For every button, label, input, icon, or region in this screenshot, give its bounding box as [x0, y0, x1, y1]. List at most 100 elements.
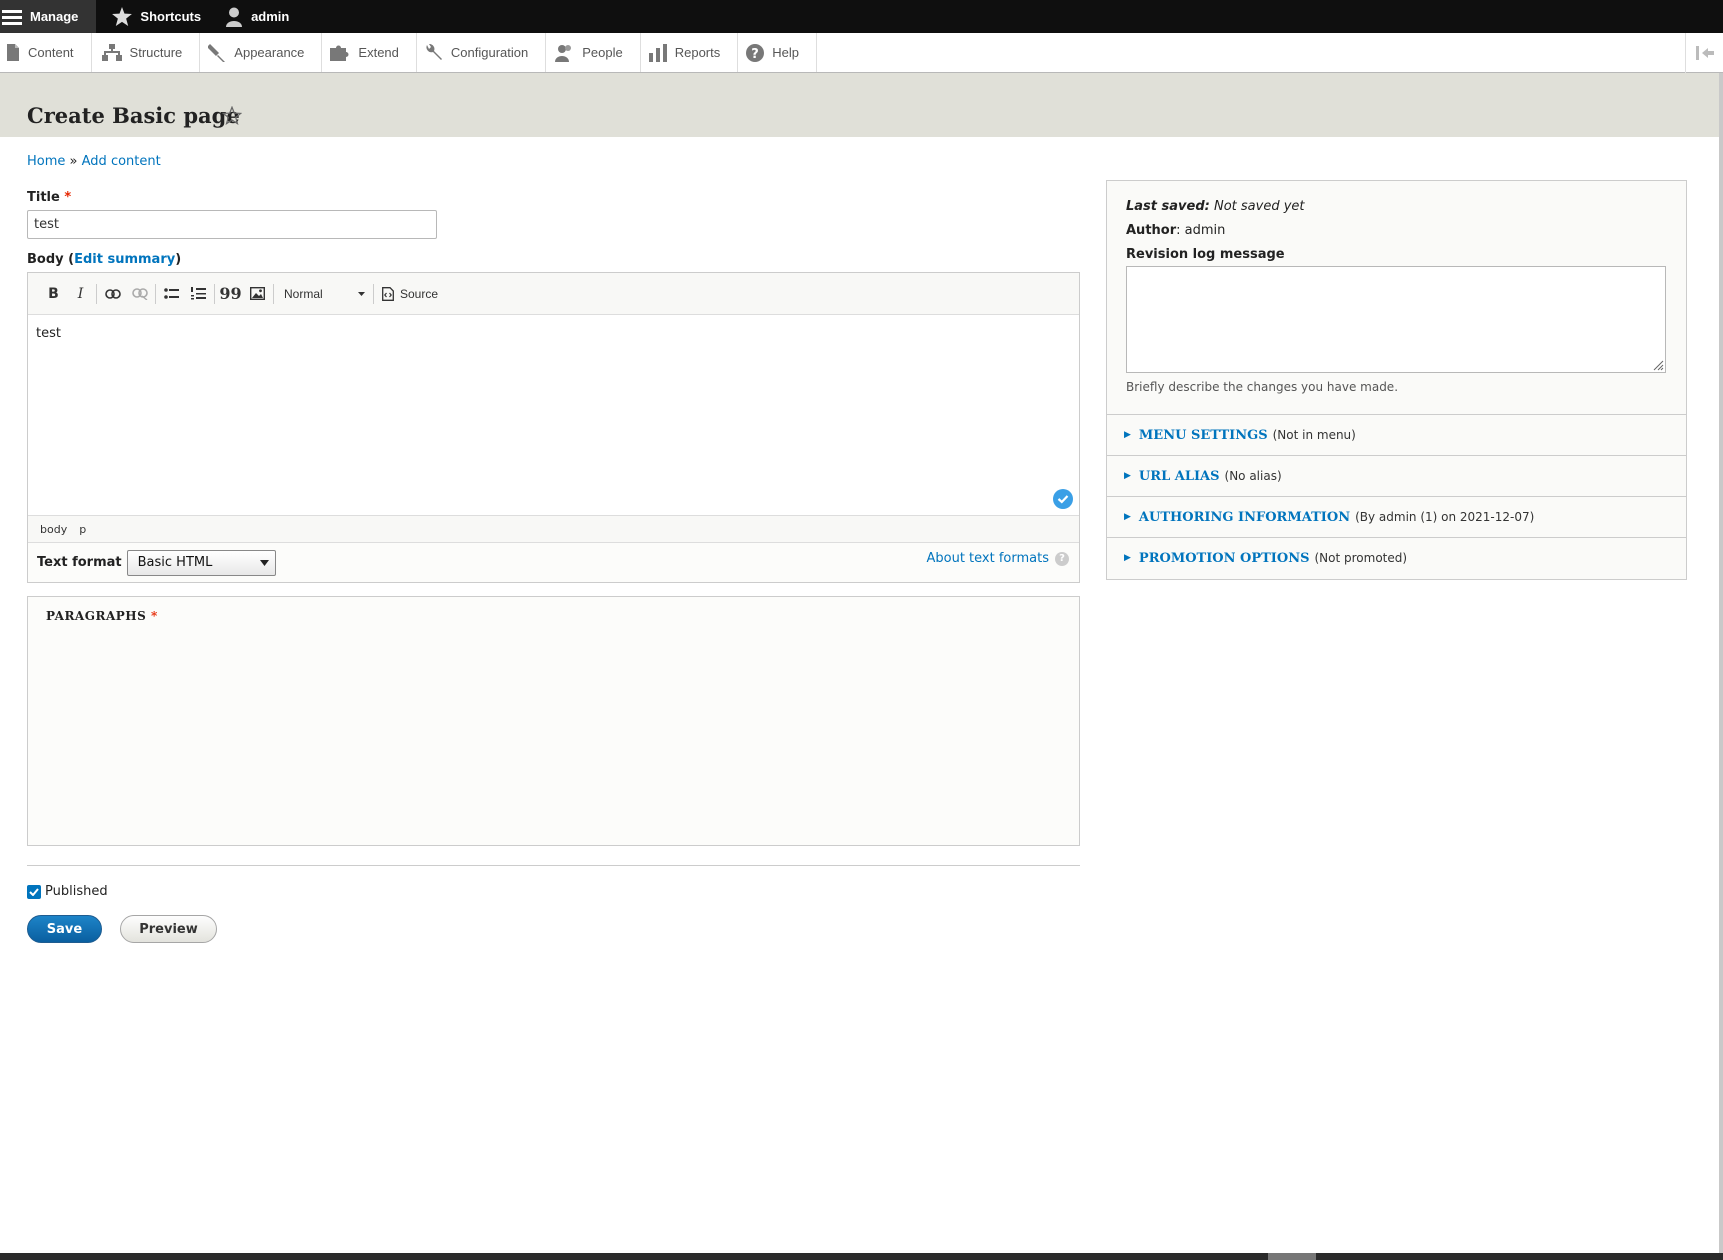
- tray-item-appearance[interactable]: Appearance: [200, 33, 323, 72]
- published-field: Published: [27, 884, 108, 899]
- details-title: MENU SETTINGS: [1138, 427, 1268, 443]
- details-url-alias[interactable]: ▶ URL ALIAS (No alias): [1107, 455, 1686, 496]
- details-title: AUTHORING INFORMATION: [1138, 509, 1351, 525]
- bold-button[interactable]: B: [40, 280, 67, 308]
- save-button[interactable]: Save: [27, 915, 102, 943]
- page-scrollbar[interactable]: [1719, 73, 1723, 1253]
- toolbar-separator: [155, 283, 156, 304]
- path-item[interactable]: body: [40, 523, 67, 536]
- editor-paragraph: test: [36, 326, 61, 341]
- details-title: URL ALIAS: [1138, 468, 1220, 484]
- shortcuts-label: Shortcuts: [140, 9, 202, 24]
- body-label: Body (Edit summary): [27, 252, 181, 267]
- breadcrumb-add-content[interactable]: Add content: [82, 154, 161, 169]
- source-button[interactable]: Source: [376, 287, 444, 301]
- toolbar-separator: [96, 283, 97, 304]
- link-button[interactable]: [99, 280, 126, 308]
- revision-log-textarea[interactable]: [1126, 266, 1666, 373]
- user-label: admin: [251, 9, 290, 24]
- meta-sidebar: Last saved: Not saved yet Author: admin …: [1106, 180, 1687, 580]
- details-summary: (No alias): [1224, 469, 1282, 483]
- document-icon: [6, 44, 20, 61]
- preview-button[interactable]: Preview: [120, 915, 217, 943]
- tray-item-label: Reports: [674, 45, 721, 60]
- triangle-right-icon: ▶: [1124, 512, 1131, 522]
- published-checkbox[interactable]: [27, 884, 41, 899]
- page-title: Create Basic page: [27, 103, 240, 128]
- toolbar-separator: [214, 283, 215, 304]
- people-icon: [554, 44, 574, 62]
- tray-item-extend[interactable]: Extend: [322, 33, 417, 72]
- tray-item-people[interactable]: People: [546, 33, 641, 72]
- last-saved-row: Last saved: Not saved yet: [1126, 199, 1667, 215]
- required-marker: *: [64, 190, 72, 205]
- tray-item-help[interactable]: ? Help: [738, 33, 817, 72]
- puzzle-icon: [330, 44, 350, 61]
- details-summary: (By admin (1) on 2021-12-07): [1355, 510, 1535, 524]
- checkmark-badge-icon: [1053, 489, 1073, 509]
- details-menu-settings[interactable]: ▶ MENU SETTINGS (Not in menu): [1107, 414, 1686, 455]
- bulleted-list-button[interactable]: [158, 280, 185, 308]
- svg-text:?: ?: [751, 47, 759, 62]
- brush-icon: [208, 43, 226, 62]
- tray-item-configuration[interactable]: Configuration: [417, 33, 547, 72]
- resize-grip-icon[interactable]: [1652, 359, 1664, 371]
- source-label: Source: [400, 286, 439, 301]
- shortcut-star-icon[interactable]: [222, 106, 242, 125]
- text-format-label: Text format: [37, 555, 122, 570]
- blockquote-button[interactable]: 99: [217, 280, 244, 308]
- hamburger-icon: [2, 8, 22, 26]
- manage-label: Manage: [30, 9, 79, 24]
- last-saved-value: Not saved yet: [1213, 199, 1305, 214]
- author-value: : admin: [1176, 223, 1226, 238]
- tray-item-content[interactable]: Content: [0, 33, 92, 72]
- select-arrow-icon: [259, 559, 269, 566]
- user-icon: [225, 7, 243, 27]
- unlink-icon: [131, 287, 148, 300]
- details-authoring-information[interactable]: ▶ AUTHORING INFORMATION (By admin (1) on…: [1107, 496, 1686, 537]
- toolbar-separator: [373, 283, 374, 304]
- text-format-bar: Text format Basic HTML About text format…: [28, 543, 1079, 582]
- heading-dropdown[interactable]: Normal: [276, 280, 371, 308]
- breadcrumb-home[interactable]: Home: [27, 154, 65, 169]
- unlink-button[interactable]: [126, 280, 153, 308]
- triangle-right-icon: ▶: [1124, 471, 1131, 481]
- image-icon: [250, 287, 265, 300]
- bar-chart-icon: [648, 43, 667, 62]
- tray-orientation-toggle[interactable]: [1685, 33, 1723, 73]
- about-text-formats: About text formats ?: [926, 551, 1069, 566]
- editor-toolbar: B I 99 Normal Source: [28, 273, 1079, 315]
- text-format-select[interactable]: Basic HTML: [126, 549, 276, 576]
- numbered-list-button[interactable]: [185, 280, 212, 308]
- edit-summary-link[interactable]: Edit summary: [74, 252, 175, 267]
- title-label: Title *: [27, 190, 71, 205]
- help-icon[interactable]: ?: [1055, 551, 1069, 566]
- admin-toolbar: Manage Shortcuts admin: [0, 0, 1723, 33]
- tray-item-label: Content: [28, 45, 74, 60]
- editor-content-area[interactable]: test: [28, 315, 1079, 515]
- body-label-text: Body (: [27, 252, 75, 267]
- about-text-formats-link[interactable]: About text formats: [926, 551, 1049, 566]
- user-button[interactable]: admin: [217, 0, 305, 33]
- title-input[interactable]: [27, 210, 437, 239]
- tray-item-structure[interactable]: Structure: [92, 33, 201, 72]
- path-item[interactable]: p: [79, 523, 86, 536]
- details-promotion-options[interactable]: ▶ PROMOTION OPTIONS (Not promoted): [1107, 537, 1686, 578]
- numbered-list-icon: [191, 287, 206, 300]
- image-button[interactable]: [244, 280, 271, 308]
- source-icon: [382, 286, 394, 301]
- manage-button[interactable]: Manage: [0, 0, 97, 33]
- toolbar-separator: [273, 283, 274, 304]
- title-label-text: Title: [27, 190, 60, 205]
- tray-item-label: People: [582, 45, 623, 60]
- tray-item-reports[interactable]: Reports: [641, 33, 739, 72]
- form-divider: [27, 865, 1080, 866]
- shortcuts-button[interactable]: Shortcuts: [96, 0, 217, 33]
- details-summary: (Not in menu): [1272, 428, 1356, 442]
- scrollbar-thumb[interactable]: [1268, 1253, 1316, 1260]
- italic-button[interactable]: I: [67, 280, 94, 308]
- admin-tray: Content Structure Appearance Extend Conf…: [0, 33, 1723, 73]
- breadcrumb-separator: »: [69, 154, 78, 169]
- horizontal-scrollbar[interactable]: [0, 1253, 1723, 1260]
- checkmark-icon: [29, 887, 39, 896]
